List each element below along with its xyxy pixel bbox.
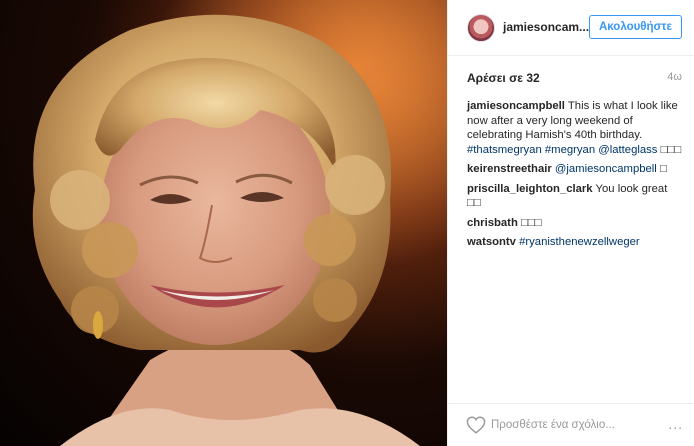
more-options-icon[interactable]: ... — [668, 416, 683, 432]
comment-footer: ... — [448, 403, 694, 446]
comment-user[interactable]: keirenstreethair — [467, 163, 552, 175]
hashtag-link[interactable]: #ryanisthenewzellweger — [519, 236, 640, 248]
follow-button[interactable]: Ακολουθήστε — [589, 15, 682, 39]
emoji-glyphs: □ — [659, 163, 667, 175]
comment-item: watsontv #ryanisthenewzellweger — [467, 235, 682, 250]
likes-count: 32 — [526, 71, 540, 85]
comment-text: You look great — [595, 182, 668, 195]
likes-label: Αρέσει σε — [467, 71, 523, 85]
heart-icon[interactable] — [466, 416, 486, 434]
comment-user[interactable]: chrisbath — [467, 217, 518, 229]
post-age[interactable]: 4ω — [667, 71, 682, 83]
post-sidebar: jamiesoncam... Ακολουθήστε Αρέσει σε 32 … — [447, 0, 694, 446]
author-username[interactable]: jamiesoncam... — [503, 20, 589, 34]
comment-list: jamiesoncampbell This is what I look lik… — [467, 99, 682, 255]
likes-row: Αρέσει σε 32 4ω — [467, 71, 682, 87]
post-header: jamiesoncam... Ακολουθήστε — [448, 0, 694, 56]
portrait-illustration — [0, 0, 447, 446]
emoji-glyphs: □□□ — [521, 216, 542, 229]
comment-item: priscilla_leighton_clark You look great … — [467, 182, 682, 211]
comment-item: keirenstreethair @jamiesoncampbell □ — [467, 162, 682, 177]
instagram-post: jamiesoncam... Ακολουθήστε Αρέσει σε 32 … — [0, 0, 694, 446]
comment-user[interactable]: jamiesoncampbell — [467, 100, 565, 112]
avatar[interactable] — [467, 14, 495, 42]
comment-user[interactable]: priscilla_leighton_clark — [467, 183, 593, 195]
post-photo[interactable] — [0, 0, 447, 446]
comment-item: jamiesoncampbell This is what I look lik… — [467, 99, 682, 157]
comment-input[interactable] — [491, 416, 641, 434]
likes-summary[interactable]: Αρέσει σε 32 — [467, 71, 540, 85]
comment-item: chrisbath □□□ — [467, 216, 682, 231]
comment-user[interactable]: watsontv — [467, 236, 516, 248]
emoji-glyphs: □□□ — [660, 143, 682, 156]
hashtag-link[interactable]: #thatsmegryan — [467, 144, 542, 156]
mention-link[interactable]: @latteglass — [598, 144, 657, 156]
emoji-glyphs: □□ — [467, 197, 481, 209]
hashtag-link[interactable]: #megryan — [545, 144, 595, 156]
mention-link[interactable]: @jamiesoncampbell — [555, 163, 657, 175]
